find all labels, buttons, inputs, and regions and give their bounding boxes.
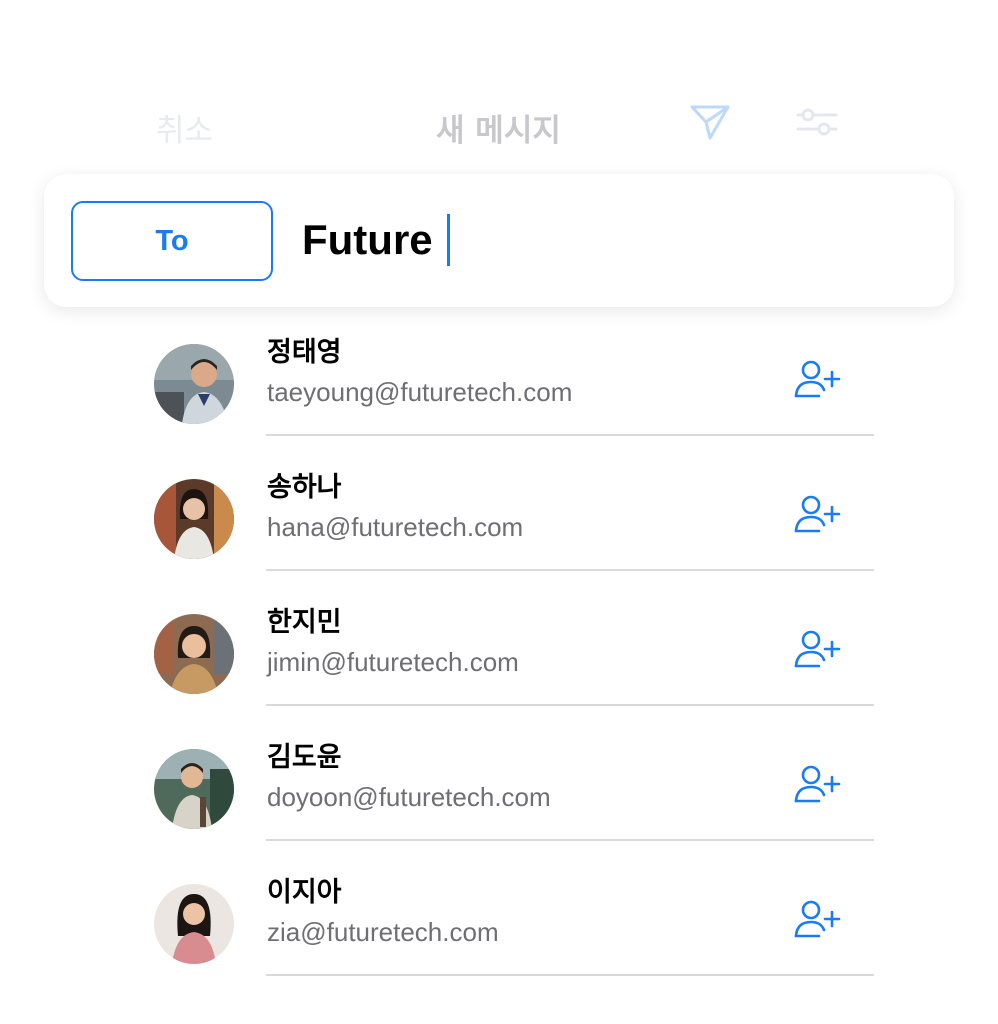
sliders-icon [796,108,838,136]
avatar [154,344,234,424]
contact-email: zia@futuretech.com [267,917,499,947]
list-item[interactable]: 한지민 jimin@futuretech.com [0,597,998,732]
list-item[interactable]: 이지아 zia@futuretech.com [0,867,998,1002]
recipient-search-input[interactable]: Future [302,210,450,270]
list-item[interactable]: 정태영 taeyoung@futuretech.com [0,327,998,462]
list-item[interactable]: 김도윤 doyoon@futuretech.com [0,732,998,867]
contact-email: hana@futuretech.com [267,512,524,542]
filter-button[interactable] [796,107,838,137]
add-person-icon [794,495,841,533]
add-contact-button[interactable] [793,492,841,536]
divider [266,434,874,436]
send-icon [690,105,730,140]
contact-name: 한지민 [267,607,342,638]
add-person-icon [794,630,841,668]
divider [266,569,874,571]
contact-email: taeyoung@futuretech.com [267,377,573,407]
avatar [154,884,234,964]
list-item[interactable]: 송하나 hana@futuretech.com [0,462,998,597]
add-contact-button[interactable] [793,627,841,671]
add-person-icon [794,900,841,938]
contact-email: jimin@futuretech.com [267,647,519,677]
add-contact-button[interactable] [793,762,841,806]
contact-name: 송하나 [267,472,342,503]
avatar [154,749,234,829]
contact-email: doyoon@futuretech.com [267,782,551,812]
avatar [154,614,234,694]
to-chip[interactable]: To [71,201,273,281]
divider [266,974,874,976]
header: 취소 새 메시지 [0,95,998,155]
contact-name: 김도윤 [267,742,342,773]
contact-name: 이지아 [267,877,342,908]
contact-name: 정태영 [267,337,342,368]
new-message-screen: 취소 새 메시지 To Future 정태영 taeyoung@futurete… [0,0,998,1024]
add-contact-button[interactable] [793,897,841,941]
add-contact-button[interactable] [793,357,841,401]
divider [266,839,874,841]
add-person-icon [794,765,841,803]
recipient-card: To Future [44,174,954,307]
text-caret [446,214,450,266]
recipient-query-text: Future [302,216,433,263]
add-person-icon [794,360,841,398]
divider [266,704,874,706]
cancel-button[interactable]: 취소 [156,105,213,150]
send-button[interactable] [689,103,731,141]
avatar [154,479,234,559]
page-title: 새 메시지 [436,113,561,149]
